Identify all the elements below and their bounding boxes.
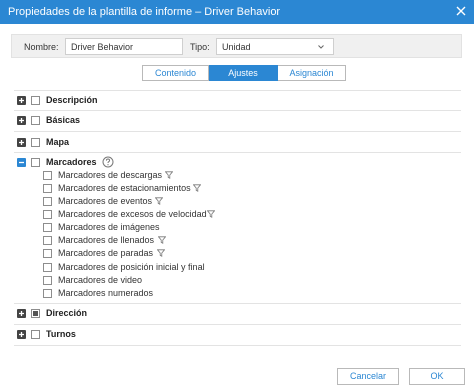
item-label: Marcadores de video <box>58 275 143 285</box>
filter-icon[interactable] <box>158 236 166 244</box>
section-checkbox-descripcion[interactable] <box>31 96 40 105</box>
expand-plus-icon[interactable] <box>17 116 26 125</box>
dialog-titlebar: Propiedades de la plantilla de informe –… <box>0 0 474 24</box>
section-checkbox-basicas[interactable] <box>31 116 40 125</box>
section-label-descripcion: Descripción <box>46 95 98 105</box>
tab-asignacion[interactable]: Asignación <box>278 65 346 81</box>
section-label-mapa: Mapa <box>46 137 70 147</box>
filter-icon[interactable] <box>155 197 163 205</box>
expand-plus-icon[interactable] <box>17 138 26 147</box>
help-icon[interactable] <box>102 156 114 168</box>
checkbox-marcadores-estacionamientos[interactable] <box>43 184 52 193</box>
filter-icon[interactable] <box>157 249 165 257</box>
filter-icon[interactable] <box>207 210 215 218</box>
checkbox-marcadores-eventos[interactable] <box>43 197 52 206</box>
item-label: Marcadores de llenados <box>58 235 155 245</box>
checkbox-marcadores-video[interactable] <box>43 276 52 285</box>
checkbox-marcadores-llenados[interactable] <box>43 236 52 245</box>
checkbox-marcadores-imagenes[interactable] <box>43 223 52 232</box>
name-input[interactable] <box>65 38 183 55</box>
divider <box>14 324 461 325</box>
checkbox-marcadores-paradas[interactable] <box>43 249 52 258</box>
item-label: Marcadores de descargas <box>58 170 163 180</box>
dialog-title: Propiedades de la plantilla de informe –… <box>8 6 281 18</box>
type-label: Tipo: <box>190 42 210 52</box>
section-checkbox-mapa[interactable] <box>31 138 40 147</box>
chevron-down-icon <box>317 43 325 51</box>
section-label-marcadores: Marcadores <box>46 157 97 167</box>
expand-plus-icon[interactable] <box>17 96 26 105</box>
section-checkbox-direccion[interactable] <box>31 309 40 318</box>
divider <box>14 90 461 91</box>
collapse-minus-icon[interactable] <box>17 158 26 167</box>
item-label: Marcadores de excesos de velocidad <box>58 209 207 219</box>
properties-form: Nombre: Tipo: Unidad <box>11 34 462 58</box>
divider <box>14 303 461 304</box>
name-label: Nombre: <box>24 42 59 52</box>
tab-bar: Contenido Ajustes Asignación <box>142 65 346 81</box>
item-label: Marcadores numerados <box>58 288 154 298</box>
item-label: Marcadores de imágenes <box>58 222 160 232</box>
filter-icon[interactable] <box>165 171 173 179</box>
section-label-direccion: Dirección <box>46 308 88 318</box>
type-select-value: Unidad <box>222 42 251 52</box>
tab-contenido[interactable]: Contenido <box>142 65 209 81</box>
checkbox-marcadores-descargas[interactable] <box>43 171 52 180</box>
divider <box>14 110 461 111</box>
checkbox-marcadores-numerados[interactable] <box>43 289 52 298</box>
section-label-basicas: Básicas <box>46 115 81 125</box>
section-checkbox-marcadores[interactable] <box>31 158 40 167</box>
cancel-button[interactable]: Cancelar <box>337 368 399 385</box>
close-icon[interactable] <box>455 5 467 17</box>
item-label: Marcadores de paradas <box>58 248 154 258</box>
section-checkbox-turnos[interactable] <box>31 330 40 339</box>
divider <box>14 152 461 153</box>
type-select[interactable]: Unidad <box>216 38 334 55</box>
section-label-turnos: Turnos <box>46 329 76 339</box>
ok-button[interactable]: OK <box>409 368 465 385</box>
item-label: Marcadores de posición inicial y final <box>58 262 205 272</box>
checkbox-marcadores-posicion[interactable] <box>43 263 52 272</box>
filter-icon[interactable] <box>193 184 201 192</box>
divider <box>14 131 461 132</box>
expand-plus-icon[interactable] <box>17 309 26 318</box>
checkbox-marcadores-excesos-velocidad[interactable] <box>43 210 52 219</box>
item-label: Marcadores de estacionamientos <box>58 183 191 193</box>
expand-plus-icon[interactable] <box>17 330 26 339</box>
tab-ajustes[interactable]: Ajustes <box>209 65 278 81</box>
divider <box>14 345 461 346</box>
item-label: Marcadores de eventos <box>58 196 153 206</box>
